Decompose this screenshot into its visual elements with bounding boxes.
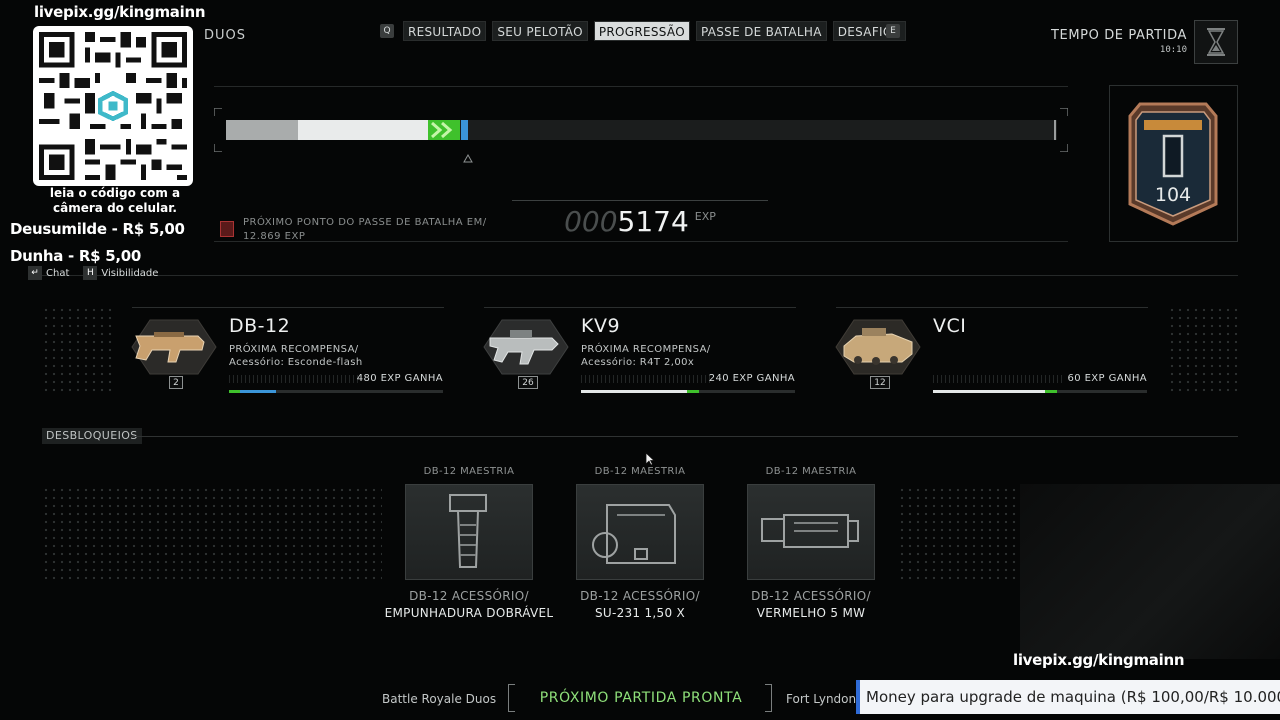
livepix-link-bottom[interactable]: livepix.gg/kingmainn: [1013, 651, 1185, 669]
mode-label: DUOS: [204, 28, 247, 43]
weapon-level: 2: [169, 376, 183, 389]
vehicle-level: 12: [870, 376, 890, 389]
rank-number: 104: [1154, 184, 1192, 206]
next-tab-key[interactable]: E: [886, 24, 900, 38]
decor-dot-grid: [42, 306, 114, 396]
laser-icon: [761, 514, 859, 548]
progress-match-segment: [298, 120, 428, 140]
next-match-ready-button[interactable]: PRÓXIMO PARTIDA PRONTA: [510, 684, 772, 712]
battle-pass-icon: [220, 221, 234, 237]
divider: [40, 275, 1238, 276]
unlock-title: DB-12 MAESTRIA: [765, 466, 857, 477]
progress-bonus-segment: [428, 120, 460, 140]
weapon-progress-fill: [581, 390, 687, 393]
holo-sight-icon: [592, 504, 676, 564]
visibility-label: Visibilidade: [101, 267, 159, 279]
divider: [214, 241, 1068, 242]
donation-1: Deusumilde - R$ 5,00: [10, 220, 185, 238]
foregrip-icon: [449, 494, 487, 568]
tab-resultado[interactable]: RESULTADO: [403, 21, 487, 41]
hint-bar: ↵ Chat H Visibilidade: [28, 266, 158, 280]
progress-boost-segment: [461, 120, 468, 140]
card-top-line: [132, 307, 444, 308]
weapon-exp-gained: 480 EXP GANHA: [356, 373, 443, 384]
qr-caption: leia o código com a câmera do celular.: [49, 186, 181, 215]
unlock-tile[interactable]: [576, 484, 704, 580]
vehicle-vci-icon: [832, 316, 924, 382]
unlock-category: DB-12 ACESSÓRIO/: [751, 589, 871, 603]
unlock-name: EMPUNHADURA DOBRÁVEL: [384, 606, 554, 620]
card-top-line: [836, 307, 1148, 308]
unlock-name: SU-231 1,50 X: [594, 606, 686, 620]
weapon-progress-boost: [240, 390, 276, 393]
progress-previous-segment: [226, 120, 298, 140]
unlock-category: DB-12 ACESSÓRIO/: [580, 589, 700, 603]
chat-key[interactable]: ↵: [28, 266, 42, 280]
tab-passe-de-batalha[interactable]: PASSE DE BATALHA: [695, 21, 827, 41]
tab-seu-peloton[interactable]: SEU PELOTÃO: [492, 21, 588, 41]
visibility-key[interactable]: H: [83, 266, 98, 280]
progress-pointer-icon: [463, 154, 473, 163]
unlock-tile[interactable]: [747, 484, 875, 580]
footer-map: Fort Lyndon: [786, 692, 857, 706]
unlock-category: DB-12 ACESSÓRIO/: [409, 589, 529, 603]
weapon-kv9-icon: [480, 316, 572, 382]
webcam-overlay: [1020, 484, 1280, 659]
match-time-label: TEMPO DE PARTIDA: [1051, 28, 1187, 43]
unlock-tile[interactable]: [405, 484, 533, 580]
exp-value: 5174: [617, 204, 689, 238]
weapon-progress-gain: [229, 390, 240, 393]
vehicle-name: VCI: [933, 315, 967, 337]
unlock-title: DB-12 MAESTRIA: [594, 466, 686, 477]
progress-end-marker: [1054, 120, 1056, 140]
next-battle-pass-point: PRÓXIMO PONTO DO PASSE DE BATALHA EM/ 12…: [243, 216, 503, 244]
decor-dot-grid: [898, 486, 1020, 582]
tab-progressao[interactable]: PROGRESSÃO: [593, 21, 690, 41]
vehicle-progress-gain: [1045, 390, 1057, 393]
mouse-cursor-icon: [645, 452, 655, 466]
exp-padding: 000: [564, 204, 618, 238]
rank-badge-icon: [1128, 102, 1218, 226]
decor-dot-grid: [42, 486, 382, 582]
next-point-label: PRÓXIMO PONTO DO PASSE DE BATALHA EM/: [243, 217, 487, 228]
weapon-db12-icon: [128, 316, 220, 382]
footer-mode: Battle Royale Duos: [382, 692, 497, 706]
donation-2: Dunha - R$ 5,00: [10, 247, 141, 265]
qr-code-icon: [33, 26, 193, 186]
divider: [132, 436, 1238, 437]
exp-counter: 000 5174 EXP: [512, 200, 768, 242]
weapon-progress-gain: [687, 390, 699, 393]
next-reward-label: PRÓXIMA RECOMPENSA/: [229, 344, 359, 355]
unlocks-section-tag: DESBLOQUEIOS: [42, 428, 142, 444]
weapon-name: DB-12: [229, 315, 291, 337]
match-time-value: 10:10: [1159, 45, 1187, 55]
weapon-level: 26: [518, 376, 538, 389]
weapon-exp-gained: 240 EXP GANHA: [708, 373, 795, 384]
tab-bar: RESULTADO SEU PELOTÃO PROGRESSÃO PASSE D…: [403, 21, 906, 41]
weapon-name: KV9: [581, 315, 621, 337]
divider: [214, 86, 1068, 87]
ready-bracket-right: [765, 684, 772, 712]
unlock-title: DB-12 MAESTRIA: [423, 466, 515, 477]
livepix-link-top[interactable]: livepix.gg/kingmainn: [34, 3, 206, 21]
donation-goal-bar: Money para upgrade de maquina (R$ 100,00…: [856, 680, 1280, 714]
vehicle-exp-gained: 60 EXP GANHA: [1067, 373, 1147, 384]
prev-tab-key[interactable]: Q: [380, 24, 394, 38]
chat-label: Chat: [46, 267, 70, 279]
unlock-name: VERMELHO 5 MW: [756, 606, 866, 620]
exp-unit: EXP: [694, 209, 716, 223]
card-top-line: [484, 307, 796, 308]
hourglass-icon: [1194, 20, 1238, 64]
vehicle-progress-fill: [933, 390, 1045, 393]
next-reward-value: Acessório: Esconde-flash: [229, 357, 363, 368]
decor-dot-grid: [1168, 306, 1240, 396]
next-reward-label: PRÓXIMA RECOMPENSA/: [581, 344, 711, 355]
next-reward-value: Acessório: R4T 2,00x: [581, 357, 695, 368]
